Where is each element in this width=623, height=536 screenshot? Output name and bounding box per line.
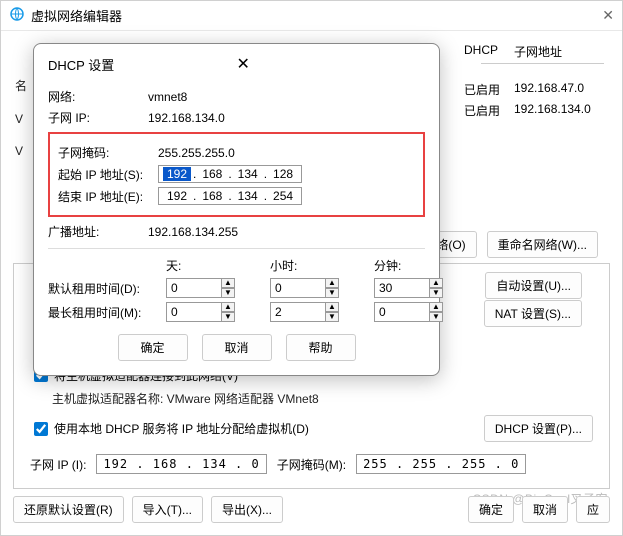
max-mins-spinner[interactable]: ▲▼	[374, 302, 460, 322]
ok-button[interactable]: 确定	[468, 496, 514, 523]
max-days-spinner[interactable]: ▲▼	[166, 302, 252, 322]
highlighted-ip-range: 子网掩码:255.255.255.0 起始 IP 地址(S): 192. 168…	[48, 132, 425, 217]
dhcp-dialog-title: DHCP 设置	[48, 55, 237, 74]
dhcp-network-value: vmnet8	[148, 90, 187, 104]
start-ip-input[interactable]: 192. 168. 134. 128	[158, 165, 302, 183]
apply-button[interactable]: 应	[576, 496, 610, 523]
subnet-mask-label: 子网掩码(M):	[277, 456, 346, 473]
dhcp-broadcast-value: 192.168.134.255	[148, 225, 238, 239]
max-hours-spinner[interactable]: ▲▼	[270, 302, 356, 322]
subnet-mask-input[interactable]: 255 . 255 . 255 . 0	[356, 454, 526, 474]
restore-defaults-button[interactable]: 还原默认设置(R)	[13, 496, 124, 523]
export-button[interactable]: 导出(X)...	[211, 496, 283, 523]
dhcp-help-button[interactable]: 帮助	[286, 334, 356, 361]
end-ip-input[interactable]: 192. 168. 134. 254	[158, 187, 302, 205]
lease-time-grid: 天: 小时: 分钟: 默认租用时间(D): ▲▼ ▲▼ ▲▼ 最长租用时间(M)…	[48, 257, 425, 322]
dhcp-settings-dialog: DHCP 设置 ✕ 网络:vmnet8 子网 IP:192.168.134.0 …	[33, 43, 440, 376]
chevron-down-icon: ▼	[221, 288, 235, 298]
dhcp-subnetip-value: 192.168.134.0	[148, 111, 225, 125]
chevron-up-icon: ▲	[221, 278, 235, 288]
default-hours-spinner[interactable]: ▲▼	[270, 278, 356, 298]
adapter-name-label: 主机虚拟适配器名称: VMware 网络适配器 VMnet8	[52, 390, 593, 407]
bg-table-header: DHCP 子网地址	[464, 43, 604, 60]
subnet-ip-label: 子网 IP (I):	[30, 456, 86, 473]
window-title: 虚拟网络编辑器	[31, 6, 602, 25]
app-icon	[9, 6, 25, 25]
dhcp-set-button[interactable]: DHCP 设置(P)...	[484, 415, 593, 442]
close-icon[interactable]: ✕	[237, 54, 426, 74]
dhcp-cancel-button[interactable]: 取消	[202, 334, 272, 361]
use-dhcp-label: 使用本地 DHCP 服务将 IP 地址分配给虚拟机(D)	[54, 420, 309, 437]
nat-set-button[interactable]: NAT 设置(S)...	[484, 300, 582, 327]
window-close-icon[interactable]: ✕	[602, 7, 614, 24]
rename-network-button[interactable]: 重命名网络(W)...	[487, 231, 598, 258]
default-days-spinner[interactable]: ▲▼	[166, 278, 252, 298]
subnet-ip-input[interactable]: 192 . 168 . 134 . 0	[96, 454, 266, 474]
use-dhcp-checkbox[interactable]	[34, 422, 48, 436]
left-column-fragments: 名 V V	[15, 77, 27, 176]
bg-table-rows: 已启用192.168.47.0 已启用192.168.134.0	[464, 81, 604, 123]
bottom-bar: 还原默认设置(R) 导入(T)... 导出(X)... 确定 取消 应	[13, 496, 610, 523]
import-button[interactable]: 导入(T)...	[132, 496, 203, 523]
dhcp-mask-value: 255.255.255.0	[158, 146, 235, 160]
default-mins-spinner[interactable]: ▲▼	[374, 278, 460, 298]
cancel-button[interactable]: 取消	[522, 496, 568, 523]
auto-set-button[interactable]: 自动设置(U)...	[485, 272, 582, 299]
title-bar: 虚拟网络编辑器 ✕	[1, 1, 622, 31]
dhcp-ok-button[interactable]: 确定	[118, 334, 188, 361]
